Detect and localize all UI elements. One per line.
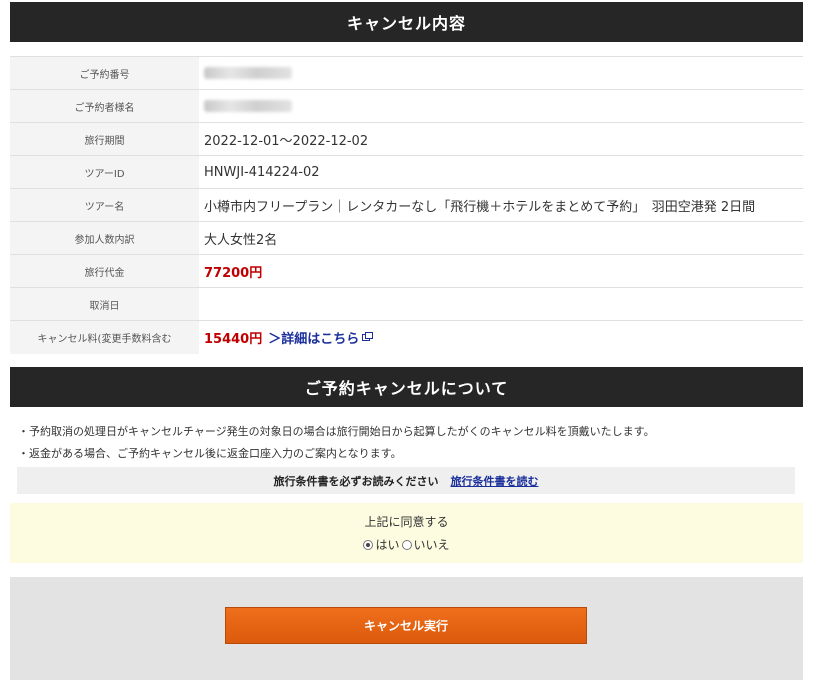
table-row: ご予約番号 bbox=[10, 57, 803, 90]
refund-note: ・返金がある場合、ご予約キャンセル後に返金口座入力のご案内となります。 bbox=[18, 447, 402, 460]
travel-price-label: 旅行代金 bbox=[10, 255, 199, 287]
cancel-fee-detail-link[interactable]: ＞詳細はこちら bbox=[268, 328, 374, 347]
table-row: 取消日 bbox=[10, 288, 803, 321]
tour-id-value: HNWJI-414224-02 bbox=[204, 164, 320, 180]
cancel-date-value bbox=[199, 288, 803, 320]
travel-period-value: 2022-12-01～2022-12-02 bbox=[204, 133, 369, 149]
agreement-box: 上記に同意する はい いいえ bbox=[10, 503, 803, 563]
table-row: ツアー名 小樽市内フリープラン｜レンタカーなし「飛行機＋ホテルをまとめて予約」 … bbox=[10, 189, 803, 222]
cancel-fee-value: 15440円 bbox=[204, 332, 263, 347]
agree-no-option[interactable]: いいえ bbox=[401, 536, 450, 553]
reserver-name-label: ご予約者様名 bbox=[10, 90, 199, 122]
table-row: ツアーID HNWJI-414224-02 bbox=[10, 156, 803, 189]
read-terms-link[interactable]: 旅行条件書を読む bbox=[451, 473, 539, 489]
masked-reserver-name bbox=[204, 100, 292, 112]
cancel-fee-label: キャンセル料(変更手数料含む bbox=[10, 321, 199, 354]
cancel-details-header: キャンセル内容 bbox=[10, 2, 803, 42]
cancel-notes: ・予約取消の処理日がキャンセルチャージ発生の対象日の場合は旅行開始日から起算した… bbox=[18, 421, 803, 465]
cancel-details-table: ご予約番号 ご予約者様名 旅行期間 2022-12-01～2022-12-02 … bbox=[10, 56, 803, 354]
agree-yes-label: はい bbox=[375, 538, 400, 552]
external-window-icon bbox=[362, 332, 374, 341]
table-row: キャンセル料(変更手数料含む 15440円 ＞詳細はこちら bbox=[10, 321, 803, 354]
about-cancel-header: ご予約キャンセルについて bbox=[10, 367, 803, 407]
cancel-details-title: キャンセル内容 bbox=[346, 14, 466, 33]
agree-no-label: いいえ bbox=[413, 538, 450, 552]
reserver-name-value bbox=[199, 90, 803, 122]
participants-label: 参加人数内訳 bbox=[10, 222, 199, 254]
tour-name-value: 小樽市内フリープラン｜レンタカーなし「飛行機＋ホテルをまとめて予約」 羽田空港発… bbox=[204, 199, 756, 215]
agree-yes-option[interactable]: はい bbox=[363, 536, 400, 553]
tour-id-label: ツアーID bbox=[10, 156, 199, 188]
agreement-question: 上記に同意する bbox=[364, 515, 449, 529]
participants-value: 大人女性2名 bbox=[204, 232, 278, 248]
masked-reservation-number bbox=[204, 67, 292, 79]
reservation-number-value bbox=[199, 57, 803, 89]
agreement-radio-group: はい いいえ bbox=[362, 536, 450, 553]
action-area: キャンセル実行 bbox=[10, 577, 803, 680]
reservation-number-label: ご予約番号 bbox=[10, 57, 199, 89]
travel-price-value: 77200円 bbox=[204, 265, 263, 281]
terms-notice: 旅行条件書を必ずお読みください bbox=[273, 474, 439, 488]
travel-price-cell: 77200円 bbox=[199, 255, 803, 287]
cancel-fee-detail-link-text: ＞詳細はこちら bbox=[268, 332, 360, 347]
about-cancel-title: ご予約キャンセルについて bbox=[304, 379, 509, 398]
cancel-date-label: 取消日 bbox=[10, 288, 199, 320]
execute-cancel-button[interactable]: キャンセル実行 bbox=[225, 607, 587, 644]
cancel-fee-cell: 15440円 ＞詳細はこちら bbox=[199, 321, 803, 354]
table-row: 旅行期間 2022-12-01～2022-12-02 bbox=[10, 123, 803, 156]
travel-period-label: 旅行期間 bbox=[10, 123, 199, 155]
terms-bar: 旅行条件書を必ずお読みください 旅行条件書を読む bbox=[17, 467, 795, 494]
agree-yes-radio[interactable] bbox=[363, 539, 374, 550]
cancel-note: ・予約取消の処理日がキャンセルチャージ発生の対象日の場合は旅行開始日から起算した… bbox=[18, 425, 655, 438]
tour-name-label: ツアー名 bbox=[10, 189, 199, 221]
table-row: ご予約者様名 bbox=[10, 90, 803, 123]
agree-no-radio[interactable] bbox=[401, 539, 412, 550]
table-row: 参加人数内訳 大人女性2名 bbox=[10, 222, 803, 255]
table-row: 旅行代金 77200円 bbox=[10, 255, 803, 288]
